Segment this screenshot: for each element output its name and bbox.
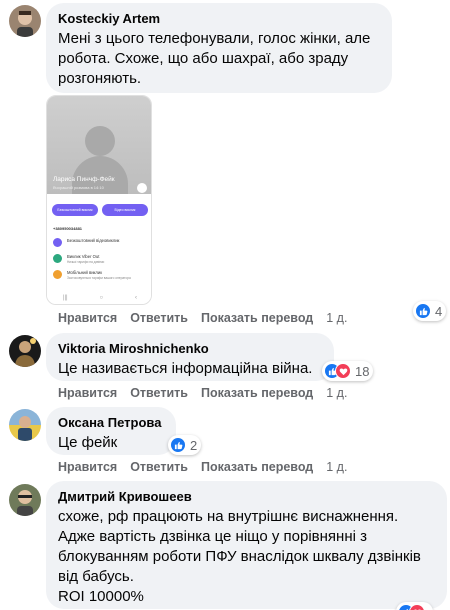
comment-text-line: схоже, рф працюють на внутрішнє виснажне… (58, 508, 399, 525)
comment-actions: Нравится Ответить Показать перевод 1 д. (58, 460, 360, 474)
show-translation-link[interactable]: Показать перевод (201, 311, 313, 325)
comment-author[interactable]: Kosteckiy Artem (58, 11, 380, 27)
like-reaction-icon (170, 437, 186, 453)
reaction-summary[interactable] (396, 602, 433, 610)
avatar[interactable] (9, 335, 41, 367)
reaction-summary[interactable]: 18 (322, 361, 374, 381)
comment-author[interactable]: Viktoria Miroshnichenko (58, 341, 322, 357)
home-icon: ○ (99, 295, 104, 301)
comment-text-line: ROI 10000% (58, 588, 144, 605)
reply-link[interactable]: Ответить (130, 386, 188, 400)
show-translation-link[interactable]: Показать перевод (201, 460, 313, 474)
reaction-count: 4 (435, 303, 443, 319)
comment-text-line: Адже вартість дзвінка це ніщо у порівнян… (58, 528, 367, 545)
comment-text-line: Мені з цього телефонували, голос жінки, … (58, 30, 371, 47)
avatar[interactable] (9, 409, 41, 441)
comment-text-line: блокуванням роботи ПФУ внаслідок шквалу … (58, 548, 421, 565)
reaction-summary[interactable]: 4 (413, 301, 447, 321)
comment-bubble: Viktoria Miroshnichenko Це називається і… (46, 333, 334, 381)
love-reaction-icon (335, 363, 351, 379)
call-option-row: Безкоштовний відеовиклик (53, 236, 149, 250)
contact-sub: Вчорашній розмова в 14:10 (53, 185, 104, 190)
free-call-button: Безкоштовний виклик (52, 204, 98, 216)
love-reaction-icon (409, 604, 425, 610)
comment-text-line: від бабусь. (58, 568, 134, 585)
video-icon (53, 238, 62, 247)
like-link[interactable]: Нравится (58, 460, 117, 474)
contact-avatar-icon (85, 126, 115, 156)
like-link[interactable]: Нравится (58, 311, 117, 325)
phone-icon (53, 254, 62, 263)
reaction-summary[interactable]: 2 (168, 435, 202, 455)
avatar[interactable] (9, 484, 41, 516)
comment-bubble: Дмитрий Кривошеев схоже, рф працюють на … (46, 481, 447, 609)
comment: Kosteckiy Artem Мені з цього телефонувал… (0, 0, 450, 330)
contact-phone: +380950034881 (53, 226, 83, 231)
call-option-row: Мобільний виклик Застосовуються тарифи в… (53, 268, 149, 282)
call-option-title: Мобільний виклик (67, 270, 103, 275)
like-link[interactable]: Нравится (58, 386, 117, 400)
avatar[interactable] (9, 5, 41, 37)
call-option-title: Виклик Viber Out (67, 254, 100, 259)
comment: Дмитрий Кривошеев схоже, рф працюють на … (0, 481, 450, 610)
comment: Viktoria Miroshnichenko Це називається і… (0, 333, 450, 403)
like-reaction-icon (415, 303, 431, 319)
comment-text-line: Це називається інформаційна війна. (58, 360, 313, 377)
back-icon: ‹ (135, 295, 138, 301)
comment-text-line: розгоняють. (58, 70, 142, 87)
contact-name: Лариса Пинчф-Фейк (53, 176, 115, 183)
comment-author[interactable]: Дмитрий Кривошеев (58, 489, 435, 505)
call-option-title: Безкоштовний відеовиклик (67, 238, 120, 243)
comment-timestamp[interactable]: 1 д. (326, 311, 347, 325)
comment-timestamp[interactable]: 1 д. (326, 386, 347, 400)
video-call-button: Відео виклик (102, 204, 148, 216)
comment-author[interactable]: Оксана Петрова (58, 415, 164, 431)
comment-bubble: Оксана Петрова Це фейк (46, 407, 176, 455)
reaction-count: 2 (190, 437, 198, 453)
comment-actions: Нравится Ответить Показать перевод 1 д. (58, 311, 360, 325)
reaction-count: 18 (355, 363, 370, 379)
show-translation-link[interactable]: Показать перевод (201, 386, 313, 400)
call-option-row: Виклик Viber Out Низькі тарифи на дзвінк… (53, 252, 149, 266)
call-option-sub: Низькі тарифи на дзвінки (67, 260, 105, 264)
call-option-sub: Застосовуються тарифи вашого оператора (67, 276, 131, 280)
camera-icon (137, 183, 147, 193)
mobile-icon (53, 270, 62, 279)
android-nav-bar: ||| ○ ‹ (47, 292, 151, 304)
reply-link[interactable]: Ответить (130, 311, 188, 325)
comment-bubble: Kosteckiy Artem Мені з цього телефонувал… (46, 3, 392, 93)
contact-header: Лариса Пинчф-Фейк Вчорашній розмова в 14… (47, 96, 151, 194)
comment-actions: Нравится Ответить Показать перевод 1 д. (58, 386, 360, 400)
recents-icon: ||| (62, 295, 68, 301)
comment-text-line: Це фейк (58, 434, 118, 451)
comment-text-line: робота. Схоже, що або шахраї, або зраду (58, 50, 349, 67)
comment: Оксана Петрова Це фейк 2 Нравится Ответит… (0, 407, 450, 477)
attached-screenshot[interactable]: Лариса Пинчф-Фейк Вчорашній розмова в 14… (46, 95, 152, 305)
reply-link[interactable]: Ответить (130, 460, 188, 474)
comment-timestamp[interactable]: 1 д. (326, 460, 347, 474)
